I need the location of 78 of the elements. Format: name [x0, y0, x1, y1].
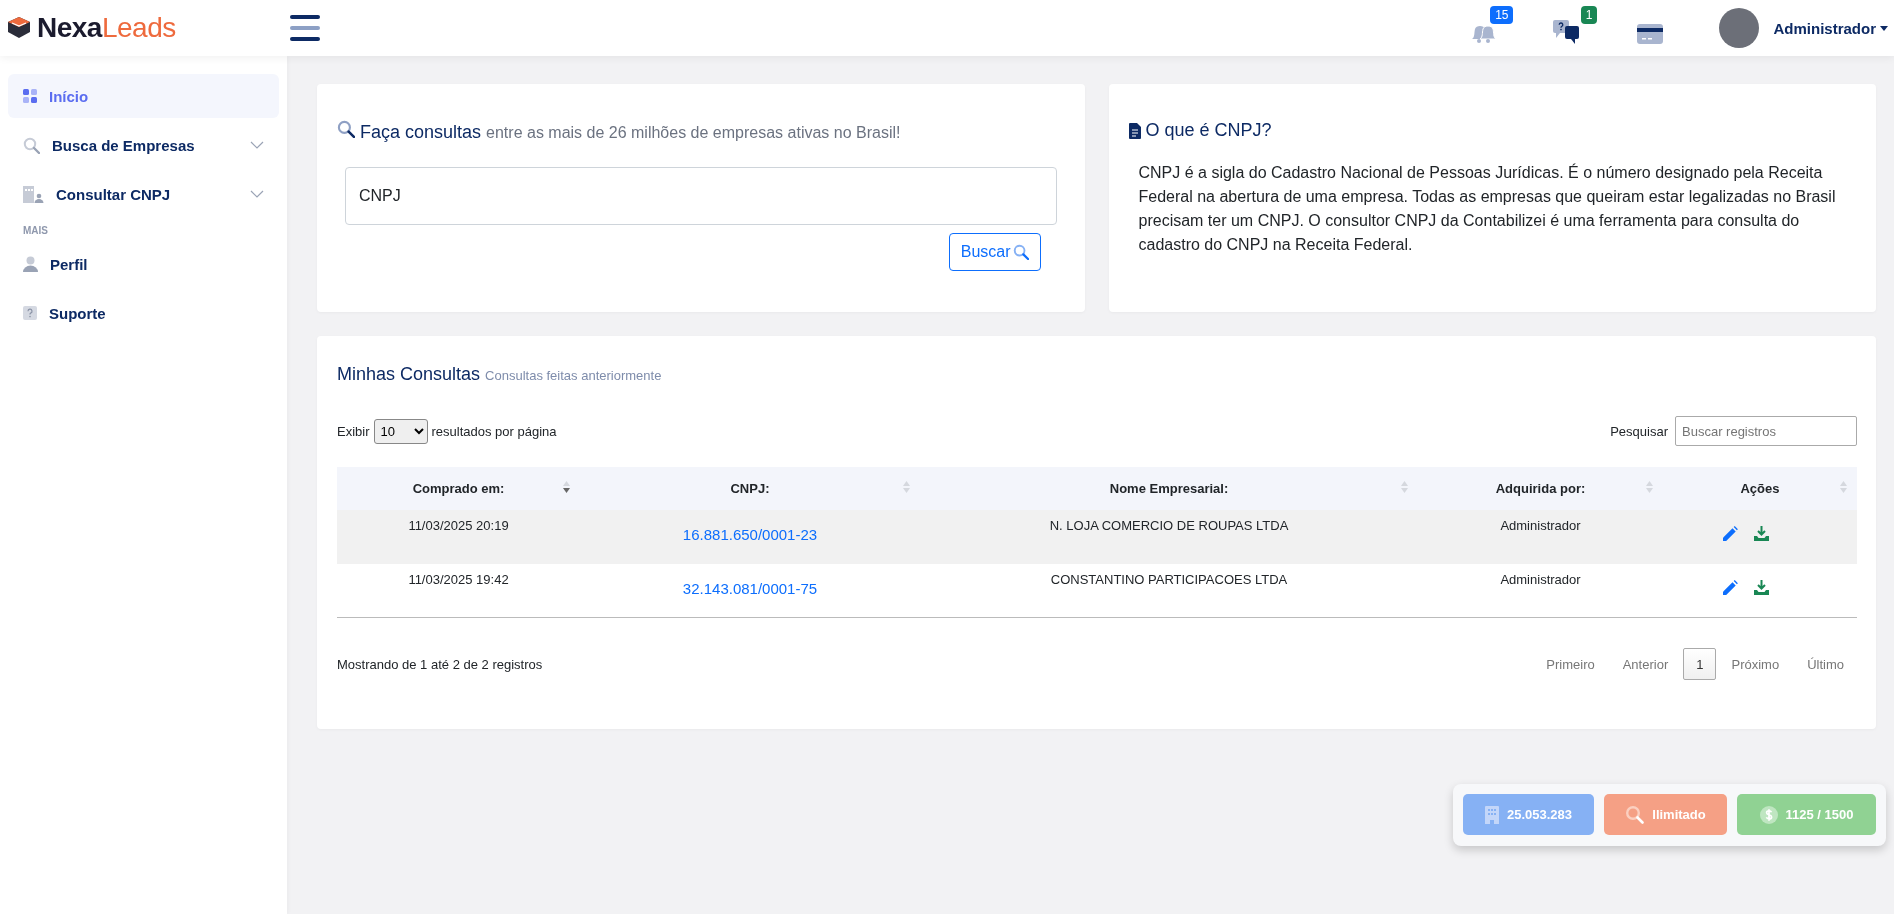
table-cell: 11/03/2025 20:19	[337, 510, 580, 564]
credit-card-icon	[1637, 24, 1664, 44]
box-logo-icon	[6, 15, 32, 41]
user-menu[interactable]: Administrador	[1773, 19, 1888, 37]
grid-icon	[23, 89, 37, 103]
sidebar-item[interactable]: Suporte	[8, 291, 279, 335]
table-cell: CONSTANTINO PARTICIPACOES LTDA	[920, 564, 1418, 618]
cnpj-link[interactable]: 16.881.650/0001-23	[682, 526, 818, 543]
sort-icon	[903, 481, 910, 493]
avatar[interactable]	[1719, 8, 1760, 48]
cnpj-link[interactable]: 32.143.081/0001-75	[682, 580, 818, 597]
pencil-icon	[1723, 580, 1738, 595]
page-size-select[interactable]: 10	[373, 418, 428, 444]
length-label: resultados por página	[431, 423, 557, 439]
messages-button[interactable]: 1	[1551, 4, 1600, 52]
card-title: O que é CNPJ?	[1145, 120, 1272, 141]
search-icon	[23, 136, 40, 154]
sidebar-item[interactable]: Início	[8, 74, 279, 118]
table-cell: N. LOJA COMERCIO DE ROUPAS LTDA	[920, 510, 1418, 564]
card-title: Faça consultas	[360, 122, 482, 143]
description-text: CNPJ é a sigla do Cadastro Nacional de Pessoas Jurídicas. É o número designado pela Receita Federal na abertura de uma empresa. Todas as empresas que queiram estar legalizadas no Brasil precisam ter um CNPJ. O consultor CNPJ da Contabilizei é uma ferramenta para consulta do cadastro do CNPJ na Receita Federal.	[1137, 162, 1837, 255]
sidebar-item[interactable]: Consultar CNPJ	[8, 172, 279, 216]
stat-pill: Ilimitado	[1604, 794, 1727, 835]
building-person-icon	[23, 185, 44, 203]
chat-help-icon	[1553, 20, 1582, 44]
table-cell: Administrador	[1418, 564, 1663, 618]
pagination-button[interactable]: Próximo	[1718, 648, 1793, 680]
person-icon	[23, 256, 38, 272]
cnpj-input[interactable]: CNPJ	[345, 167, 1057, 225]
download-icon	[1754, 526, 1769, 541]
column-header[interactable]: CNPJ:	[580, 467, 920, 510]
section-label: MAIS	[22, 224, 49, 238]
column-header[interactable]: Nome Empresarial:	[920, 467, 1418, 510]
menu-icon[interactable]	[290, 15, 320, 41]
notifications-button[interactable]: 15	[1467, 4, 1516, 52]
pagination-button[interactable]: Anterior	[1609, 648, 1682, 680]
document-icon	[1128, 122, 1141, 139]
pencil-icon	[1723, 526, 1738, 541]
help-icon	[23, 306, 37, 320]
download-icon	[1754, 580, 1769, 595]
card-subtitle: entre as mais de 26 milhões de empresas ativas no Brasil!	[486, 124, 901, 142]
search-icon	[1012, 244, 1029, 260]
count-badge: 15	[1490, 6, 1514, 24]
download-button[interactable]	[1754, 580, 1769, 595]
sort-icon	[563, 481, 570, 493]
sort-icon	[1401, 481, 1408, 493]
table-cell: 11/03/2025 19:42	[337, 564, 580, 618]
column-header[interactable]: Adquirida por:	[1418, 467, 1663, 510]
table-cell: Administrador	[1418, 510, 1663, 564]
stat-pill: 25.053.283	[1463, 794, 1594, 835]
sidebar-item[interactable]: Perfil	[8, 242, 279, 286]
length-label: Exibir	[337, 423, 370, 439]
chevron-down-icon	[250, 141, 264, 149]
table-info: Mostrando de 1 até 2 de 2 registros	[337, 656, 543, 672]
search-label: Pesquisar	[1610, 423, 1668, 439]
card-subtitle: Consultas feitas anteriormente	[485, 368, 662, 383]
column-header[interactable]: Ações	[1663, 467, 1857, 510]
brand-logo[interactable]: NexaLeads	[37, 12, 176, 44]
search-icon	[1625, 805, 1645, 824]
sort-icon	[1840, 481, 1847, 493]
edit-button[interactable]	[1723, 526, 1738, 541]
pagination-button[interactable]: Primeiro	[1533, 648, 1608, 680]
pagination-button[interactable]: 1	[1683, 648, 1717, 680]
download-button[interactable]	[1754, 526, 1769, 541]
search-field[interactable]: Buscar registros	[1675, 416, 1857, 446]
chevron-down-icon	[250, 190, 264, 198]
sort-icon	[1646, 481, 1653, 493]
search-icon	[337, 120, 355, 138]
column-header[interactable]: Comprado em:	[337, 467, 580, 510]
count-badge: 1	[1580, 6, 1598, 24]
sidebar-item[interactable]: Busca de Empresas	[8, 123, 279, 167]
card-title: Minhas Consultas	[337, 364, 481, 385]
building-icon	[1484, 805, 1499, 824]
search-button[interactable]: Buscar	[948, 233, 1041, 271]
stat-pill: 1125 / 1500	[1737, 794, 1876, 835]
edit-button[interactable]	[1723, 580, 1738, 595]
dollar-icon	[1759, 805, 1778, 824]
pagination-button[interactable]: Último	[1794, 648, 1857, 680]
